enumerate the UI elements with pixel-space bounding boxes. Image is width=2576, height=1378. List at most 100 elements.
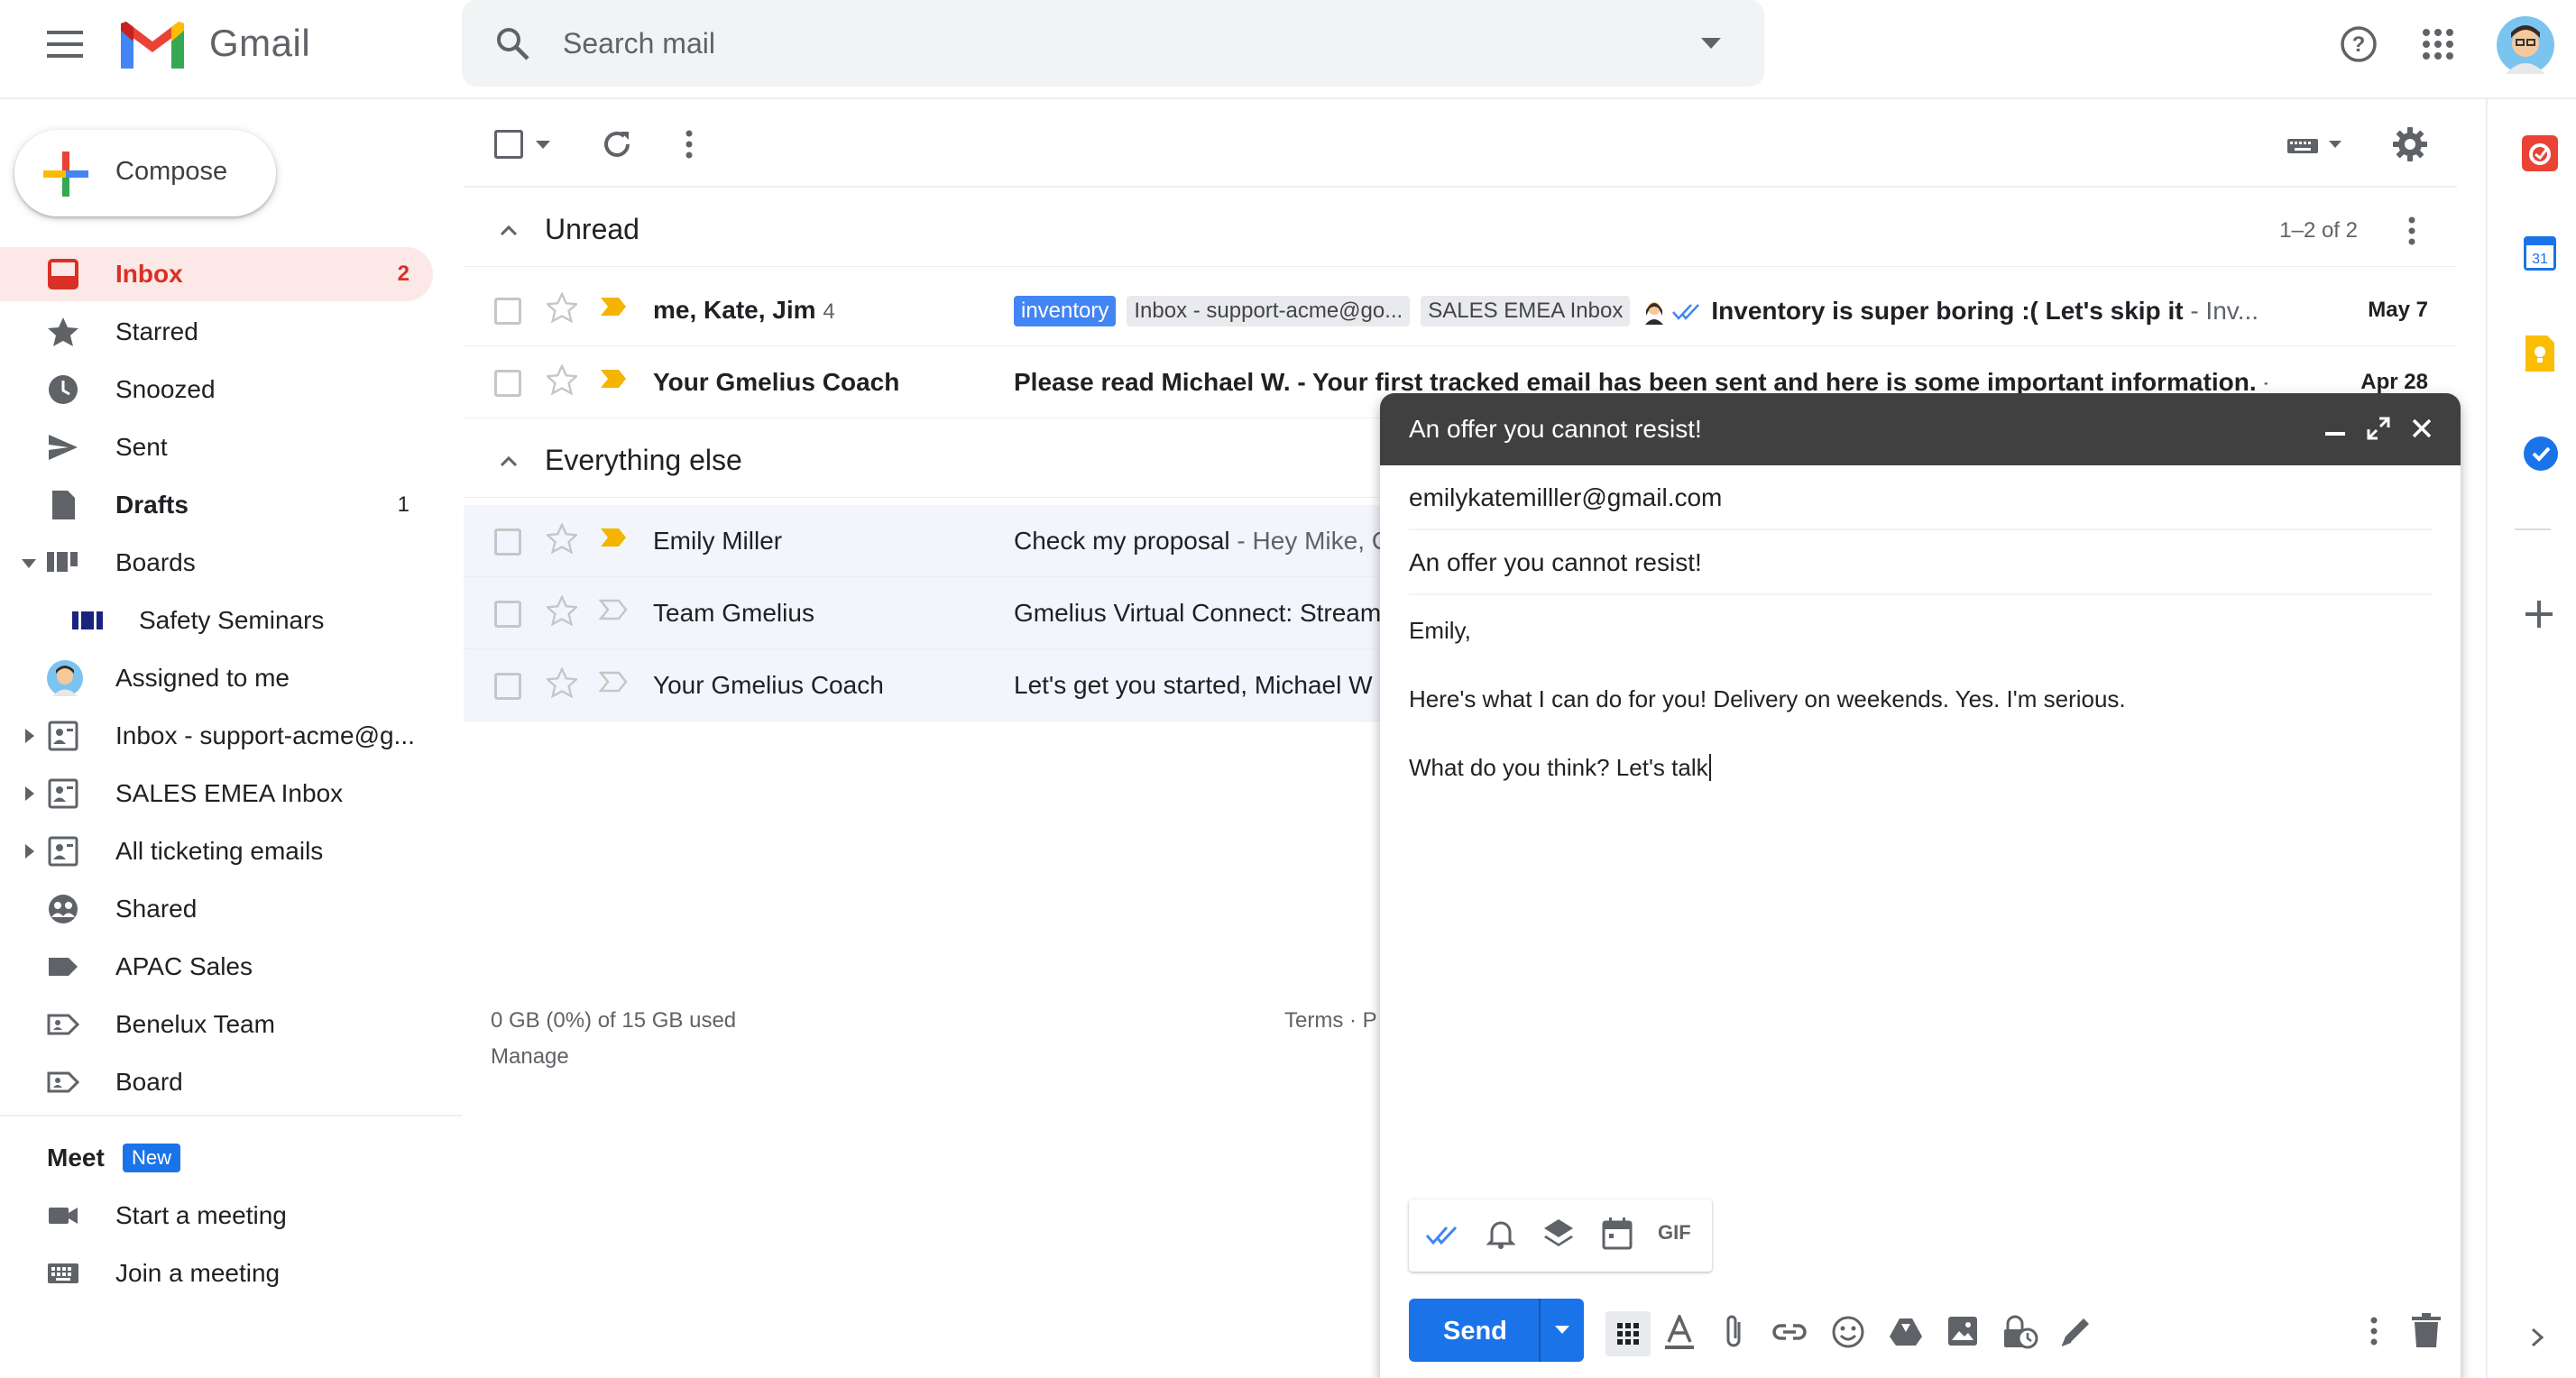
star-toggle-icon[interactable] [547,595,577,626]
help-icon[interactable]: ? [2340,25,2378,63]
signature-pen-icon[interactable] [2058,1315,2093,1349]
close-icon[interactable] [2412,418,2432,438]
gmail-logo-icon[interactable] [117,20,188,72]
section-unread[interactable]: Unread 1–2 of 2 [464,195,2457,267]
expand-panel-icon[interactable] [2531,1327,2544,1347]
more-options-icon[interactable] [2369,1315,2379,1347]
expand-arrow-icon[interactable] [25,729,34,743]
refresh-icon[interactable] [601,128,633,161]
collapse-arrow-icon[interactable] [22,559,36,568]
importance-marker-icon[interactable] [599,527,628,548]
to-field[interactable]: emilykatemilller@gmail.com [1409,465,2432,530]
sidebar-item-sales-emea[interactable]: SALES EMEA Inbox [0,767,433,821]
reminder-bell-icon[interactable] [1486,1219,1515,1250]
fullscreen-icon[interactable] [2367,417,2390,440]
search-icon[interactable] [494,25,530,61]
rail-divider [2515,528,2551,530]
sidebar-item-safety-seminars[interactable]: Safety Seminars [0,593,433,648]
star-toggle-icon[interactable] [547,523,577,554]
section-title: Everything else [545,444,742,476]
tasks-icon[interactable] [2524,436,2558,471]
compose-header[interactable]: An offer you cannot resist! [1380,393,2461,465]
terms-link[interactable]: Terms · P [1284,1008,1377,1034]
account-avatar[interactable] [2497,16,2554,74]
insert-photo-icon[interactable] [1946,1315,1979,1347]
calendar-icon[interactable]: 31 [2524,236,2556,271]
collapse-section-icon[interactable] [500,224,518,236]
add-addon-icon[interactable] [2525,601,2553,628]
compose-window[interactable]: An offer you cannot resist! emilykatemil… [1380,393,2461,1378]
star-toggle-icon[interactable] [547,667,577,698]
select-dropdown-icon[interactable] [536,141,550,149]
emoji-icon[interactable] [1831,1315,1865,1349]
shared-inbox-icon [47,777,79,810]
gmelius-icon[interactable] [2522,135,2558,171]
expand-arrow-icon[interactable] [25,786,34,801]
body-line: What do you think? Let's talk [1409,754,1711,782]
sidebar-item-assigned[interactable]: Assigned to me [0,651,433,705]
confidential-mode-icon[interactable] [2002,1315,2038,1349]
gif-icon[interactable]: GIF [1658,1221,1691,1245]
row-checkbox[interactable] [494,601,521,628]
star-toggle-icon[interactable] [547,364,577,395]
row-checkbox[interactable] [494,370,521,397]
email-row[interactable]: me, Kate, Jim 4 inventory Inbox - support… [464,274,2457,346]
row-checkbox[interactable] [494,298,521,325]
sidebar-item-benelux-team[interactable]: Benelux Team [0,997,433,1052]
input-tools-icon[interactable] [2287,135,2345,155]
attach-file-icon[interactable] [1721,1313,1746,1351]
meet-title: Meet [47,1144,105,1171]
schedule-calendar-icon[interactable] [1602,1217,1633,1250]
settings-gear-icon[interactable] [2392,126,2428,162]
search-input[interactable] [563,23,1555,63]
expand-arrow-icon[interactable] [25,844,34,859]
formatting-icon[interactable] [1663,1315,1696,1351]
google-drive-icon[interactable] [1889,1317,1923,1347]
sidebar-item-shared-inbox-support[interactable]: Inbox - support-acme@g... [0,709,433,763]
importance-marker-icon[interactable] [599,599,628,620]
apps-grid-icon[interactable] [2423,29,2453,60]
more-vert-icon[interactable] [684,128,695,161]
row-checkbox[interactable] [494,528,521,556]
meet-join-meeting[interactable]: Join a meeting [0,1246,433,1300]
sidebar-item-starred[interactable]: Starred [0,305,433,359]
row-checkbox[interactable] [494,673,521,700]
email-sender: Your Gmelius Coach [653,368,900,396]
search-options-icon[interactable] [1701,38,1721,49]
sidebar-item-all-ticketing[interactable]: All ticketing emails [0,824,433,878]
templates-layers-icon[interactable] [1542,1217,1575,1250]
importance-marker-icon[interactable] [599,671,628,693]
label-chip-inventory[interactable]: inventory [1014,296,1117,326]
meet-start-meeting[interactable]: Start a meeting [0,1189,433,1243]
insert-link-icon[interactable] [1771,1322,1808,1342]
importance-marker-icon[interactable] [599,368,628,390]
compose-button[interactable]: Compose [14,130,276,216]
sidebar-item-drafts[interactable]: Drafts 1 [0,478,433,532]
label-chip-sales-emea[interactable]: SALES EMEA Inbox [1421,296,1631,326]
subject-field[interactable]: An offer you cannot resist! [1409,530,2432,595]
minimize-icon[interactable] [2325,429,2345,436]
sidebar-item-apac-sales[interactable]: APAC Sales [0,940,433,994]
manage-storage-link[interactable]: Manage [491,1044,569,1070]
send-button[interactable]: Send [1409,1299,1584,1362]
sidebar-item-boards[interactable]: Boards [0,536,433,590]
gmelius-menu-icon[interactable] [1605,1311,1651,1356]
send-options-icon[interactable] [1555,1326,1569,1334]
sidebar-item-shared[interactable]: Shared [0,882,433,936]
tracking-icon[interactable] [1425,1225,1461,1246]
star-icon [47,316,79,348]
select-all-checkbox[interactable] [494,130,523,159]
collapse-section-icon[interactable] [500,455,518,467]
sidebar-item-board[interactable]: Board [0,1055,433,1109]
importance-marker-icon[interactable] [599,296,628,317]
star-toggle-icon[interactable] [547,292,577,323]
discard-draft-trash-icon[interactable] [2412,1313,2441,1347]
sidebar-item-inbox[interactable]: Inbox 2 [0,247,433,301]
section-more-icon[interactable] [2406,215,2417,247]
search-bar[interactable] [462,0,1764,87]
sidebar-item-sent[interactable]: Sent [0,420,433,474]
sidebar-item-snoozed[interactable]: Snoozed [0,363,433,417]
label-chip-shared-inbox[interactable]: Inbox - support-acme@go... [1127,296,1411,326]
main-menu-icon[interactable] [47,31,83,58]
keep-icon[interactable] [2525,335,2554,372]
